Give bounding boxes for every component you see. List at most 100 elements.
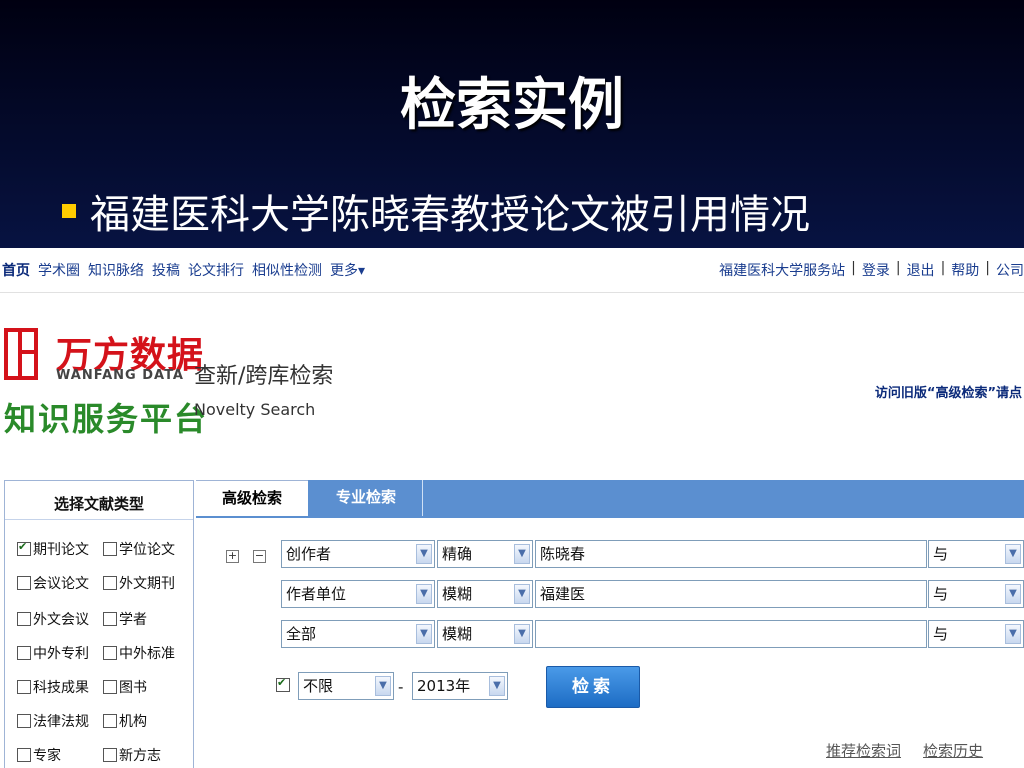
checkbox-checked[interactable] — [17, 540, 31, 556]
match-select-3[interactable]: 模糊 ▼ — [437, 620, 533, 648]
doc-type-local-chronicle[interactable]: 新方志 — [103, 745, 189, 765]
checkbox[interactable] — [17, 646, 31, 660]
checkbox[interactable] — [17, 714, 31, 728]
checkbox[interactable] — [103, 576, 117, 590]
chevron-down-icon[interactable]: ▼ — [416, 584, 432, 604]
nav-link-ranking[interactable]: 论文排行 — [188, 260, 244, 280]
checkbox[interactable] — [17, 748, 31, 762]
checkbox[interactable] — [103, 748, 117, 762]
novelty-search-subtitle: Novelty Search — [194, 400, 316, 419]
doc-type-journal[interactable]: 期刊论文 — [17, 539, 103, 559]
field-select-1[interactable]: 创作者 ▼ — [281, 540, 435, 568]
chevron-down-icon[interactable]: ▼ — [416, 544, 432, 564]
chevron-down-icon[interactable]: ▼ — [375, 676, 391, 696]
logic-select-2[interactable]: 与 ▼ — [928, 580, 1024, 608]
year-from-value: 不限 — [303, 677, 334, 695]
tab-advanced-search[interactable]: 高级检索 — [196, 480, 308, 517]
nav-more-menu[interactable]: 更多▾ — [330, 260, 365, 280]
doc-type-label: 中外专利 — [33, 646, 89, 662]
nav-divider: | — [985, 260, 990, 276]
chevron-down-icon[interactable]: ▼ — [1005, 624, 1021, 644]
novelty-search-title: 查新/跨库检索 — [194, 364, 334, 389]
doc-type-achievement[interactable]: 科技成果 — [17, 677, 103, 697]
search-button[interactable]: 检索 — [546, 666, 640, 708]
checkbox[interactable] — [103, 542, 117, 556]
bullet-text: 福建医科大学陈晓春教授论文被引用情况 — [90, 192, 810, 238]
logic-select-1[interactable]: 与 ▼ — [928, 540, 1024, 568]
logic-select-value: 与 — [933, 545, 949, 563]
doc-type-expert[interactable]: 专家 — [17, 745, 103, 765]
nav-link-knowledge-map[interactable]: 知识脉络 — [88, 260, 144, 280]
old-advanced-search-link[interactable]: 访问旧版“高级检索”请点 — [875, 382, 1022, 401]
doc-type-thesis[interactable]: 学位论文 — [103, 539, 189, 559]
match-select-2[interactable]: 模糊 ▼ — [437, 580, 533, 608]
login-link[interactable]: 登录 — [862, 260, 890, 280]
nav-home-link[interactable]: 首页 — [2, 260, 30, 280]
doc-type-label: 外文会议 — [33, 612, 89, 628]
company-link[interactable]: 公司 — [996, 260, 1024, 280]
doc-type-law[interactable]: 法律法规 — [17, 711, 103, 731]
doc-type-foreign-conference[interactable]: 外文会议 — [17, 609, 103, 629]
doc-type-label: 学者 — [119, 612, 147, 628]
logic-select-3[interactable]: 与 ▼ — [928, 620, 1024, 648]
logout-link[interactable]: 退出 — [907, 260, 935, 280]
logic-select-value: 与 — [933, 625, 949, 643]
doc-type-label: 科技成果 — [33, 680, 89, 696]
doc-type-institution[interactable]: 机构 — [103, 711, 189, 731]
top-nav: 首页 学术圈 知识脉络 投稿 论文排行 相似性检测 更多▾ 福建医科大学服务站 … — [0, 248, 1024, 293]
field-select-value: 全部 — [286, 625, 317, 643]
nav-divider: | — [940, 260, 946, 276]
match-select-value: 精确 — [442, 545, 473, 563]
chevron-down-icon[interactable]: ▼ — [514, 584, 530, 604]
doc-type-scholar[interactable]: 学者 — [103, 609, 189, 629]
field-select-2[interactable]: 作者单位 ▼ — [281, 580, 435, 608]
tab-underline — [196, 516, 1024, 518]
search-term-input-1[interactable]: 陈晓春 — [535, 540, 927, 568]
nav-link-scholar-circle[interactable]: 学术圈 — [38, 260, 80, 280]
checkbox[interactable] — [103, 646, 117, 660]
field-select-3[interactable]: 全部 ▼ — [281, 620, 435, 648]
doc-type-label: 学位论文 — [119, 542, 175, 558]
nav-link-similarity-check[interactable]: 相似性检测 — [252, 260, 322, 280]
chevron-down-icon[interactable]: ▼ — [416, 624, 432, 644]
logo-text-en: WANFANG DATA — [56, 368, 184, 383]
service-station-link[interactable]: 福建医科大学服务站 — [719, 260, 845, 280]
nav-link-submit[interactable]: 投稿 — [152, 260, 180, 280]
doc-type-standard[interactable]: 中外标准 — [103, 643, 189, 663]
nav-divider: | — [851, 260, 856, 276]
chevron-down-icon[interactable]: ▼ — [1005, 584, 1021, 604]
doc-type-label: 会议论文 — [33, 576, 89, 592]
chevron-down-icon[interactable]: ▼ — [514, 544, 530, 564]
bullet-square-icon — [62, 204, 76, 218]
year-to-select[interactable]: 2013年 ▼ — [412, 672, 508, 700]
search-term-input-3[interactable] — [535, 620, 927, 648]
match-select-value: 模糊 — [442, 585, 473, 603]
chevron-down-icon[interactable]: ▼ — [514, 624, 530, 644]
checkbox[interactable] — [17, 680, 31, 694]
field-select-value: 创作者 — [286, 545, 332, 563]
search-term-input-2[interactable]: 福建医 — [535, 580, 927, 608]
doc-type-label: 中外标准 — [119, 646, 175, 662]
doc-type-foreign-journal[interactable]: 外文期刊 — [103, 573, 189, 593]
year-from-select[interactable]: 不限 ▼ — [298, 672, 394, 700]
checkbox[interactable] — [17, 576, 31, 590]
doc-type-book[interactable]: 图书 — [103, 677, 189, 697]
checkbox[interactable] — [103, 714, 117, 728]
checkbox[interactable] — [103, 680, 117, 694]
doc-type-conference[interactable]: 会议论文 — [17, 573, 103, 593]
search-history-link[interactable]: 检索历史 — [923, 740, 983, 761]
chevron-down-icon[interactable]: ▼ — [1005, 544, 1021, 564]
remove-row-icon[interactable]: − — [253, 550, 266, 563]
year-range-separator: - — [398, 678, 404, 696]
year-range-checkbox[interactable] — [276, 676, 290, 692]
checkbox[interactable] — [103, 612, 117, 626]
recommended-terms-link[interactable]: 推荐检索词 — [826, 740, 901, 761]
doc-type-patent[interactable]: 中外专利 — [17, 643, 103, 663]
doc-type-label: 机构 — [119, 714, 147, 730]
checkbox[interactable] — [17, 612, 31, 626]
match-select-1[interactable]: 精确 ▼ — [437, 540, 533, 568]
chevron-down-icon[interactable]: ▼ — [489, 676, 505, 696]
add-row-icon[interactable]: + — [226, 550, 239, 563]
help-link[interactable]: 帮助 — [951, 260, 979, 280]
tab-professional-search[interactable]: 专业检索 — [310, 480, 423, 516]
